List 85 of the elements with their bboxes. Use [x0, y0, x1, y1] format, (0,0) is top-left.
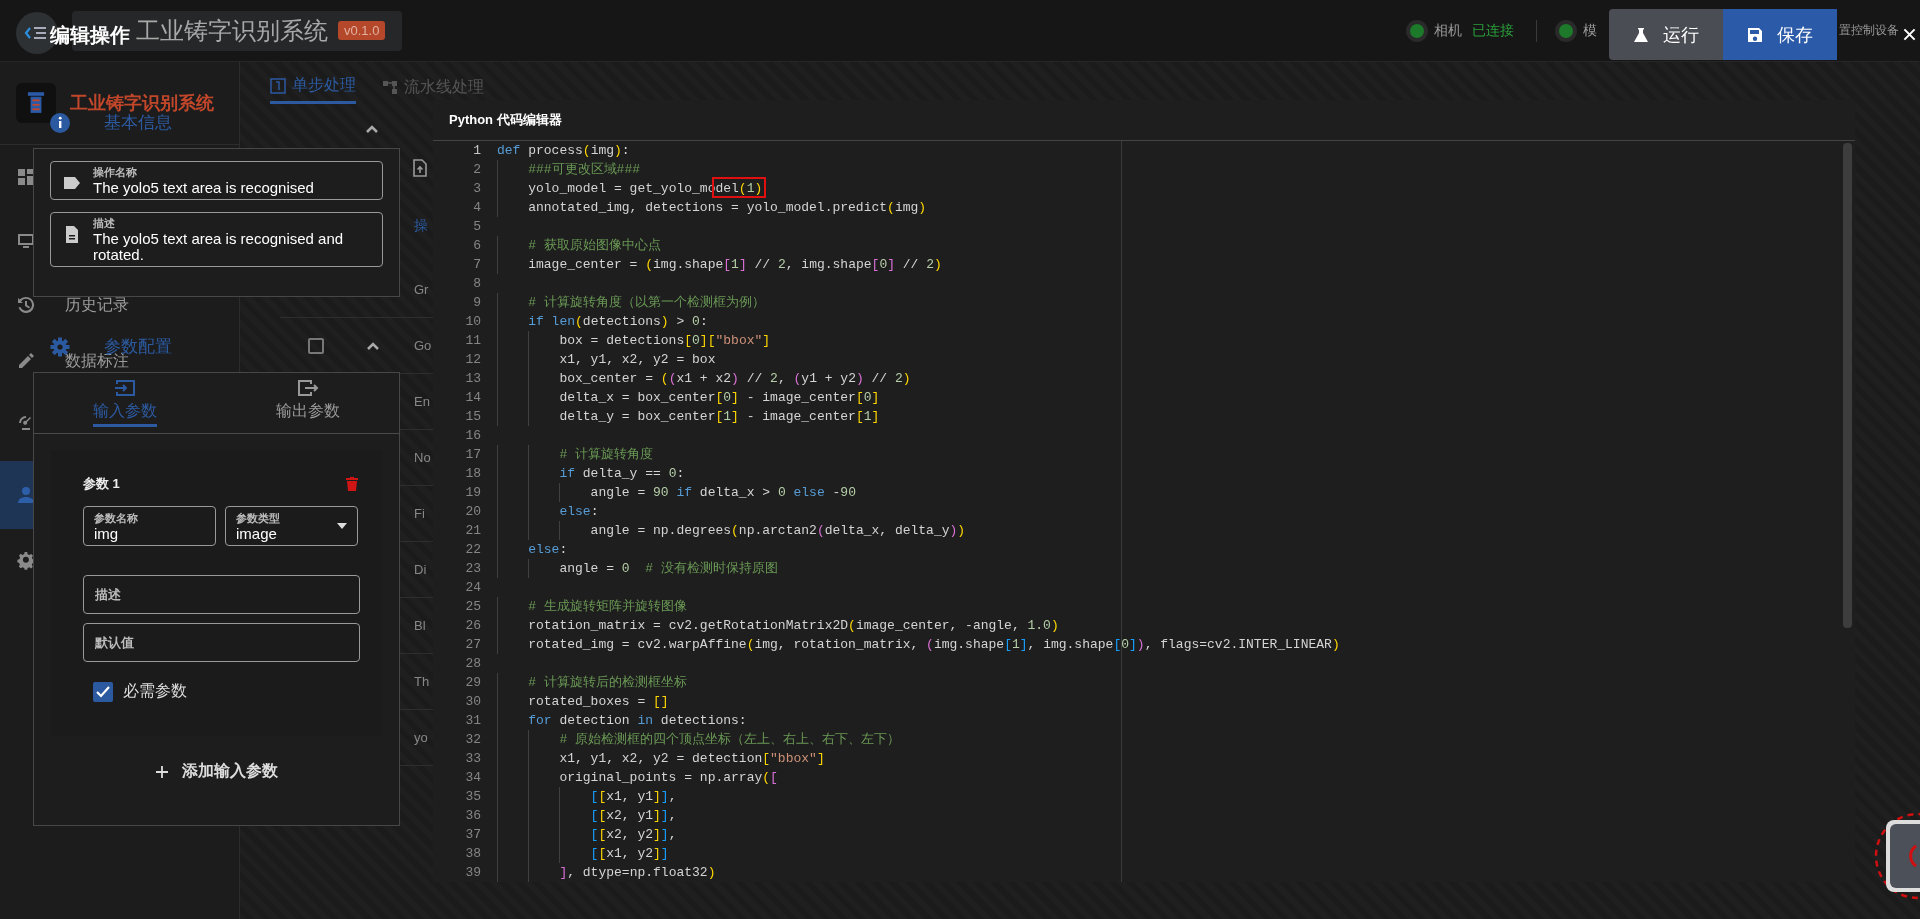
code-line: original_points = np.array([	[497, 768, 778, 787]
section-heading: 基本信息	[104, 112, 172, 134]
line-number: 36	[464, 807, 481, 825]
line-number: 11	[464, 332, 481, 350]
code-line: else:	[497, 502, 599, 521]
line-number: 29	[464, 674, 481, 692]
line-number: 21	[464, 522, 481, 540]
line-number: 4	[472, 199, 481, 217]
section-label: 操	[414, 217, 428, 235]
line-number: 30	[464, 693, 481, 711]
line-number: 31	[464, 712, 481, 730]
line-number: 24	[464, 579, 481, 597]
line-number: 3	[472, 180, 481, 198]
line-number: 32	[464, 731, 481, 749]
code-line: else:	[497, 540, 568, 559]
status-value: 已连接	[1472, 21, 1514, 40]
code-line: if len(detections) > 0:	[497, 312, 708, 331]
code-line: delta_y = box_center[1] - image_center[1]	[497, 407, 880, 426]
code-line: annotated_img, detections = yolo_model.predict(img)	[497, 198, 927, 217]
line-number: 2	[472, 161, 481, 179]
line-number: 35	[464, 788, 481, 806]
line-number: 28	[464, 655, 481, 673]
code-line: x1, y1, x2, y2 = detection["bbox"]	[497, 749, 825, 768]
code-line: # 生成旋转矩阵并旋转图像	[497, 597, 687, 616]
line-number: 23	[464, 560, 481, 578]
code-line: [[x1, y1]],	[497, 787, 677, 806]
line-number: 22	[464, 541, 481, 559]
line-number: 16	[464, 427, 481, 445]
line-number: 5	[472, 218, 481, 236]
line-number: 6	[472, 237, 481, 255]
checkbox-label: 必需参数	[123, 681, 187, 701]
code-line: for detection in detections:	[497, 711, 747, 730]
brand-name: 工业铸字识别系统	[70, 92, 214, 114]
code-line: # 计算旋转角度	[497, 445, 653, 464]
code-line: [[x2, y2]],	[497, 825, 677, 844]
line-number: 34	[464, 769, 481, 787]
line-number: 27	[464, 636, 481, 654]
code-line: [[x2, y1]],	[497, 806, 677, 825]
code-line: ], dtype=np.float32)	[497, 863, 716, 882]
line-number: 33	[464, 750, 481, 768]
code-line: rotated_img = cv2.warpAffine(img, rotation_matrix, (img.shape[1], img.shape[0]), flags=cv2.INTER_LINEAR)	[497, 635, 1340, 654]
line-number: 18	[464, 465, 481, 483]
line-number: 7	[472, 256, 481, 274]
code-line: # 计算旋转后的检测框坐标	[497, 673, 687, 692]
status-label: 相机	[1434, 21, 1462, 40]
code-line: # 原始检测框的四个顶点坐标（左上、右上、右下、左下）	[497, 730, 900, 749]
code-line: x1, y1, x2, y2 = box	[497, 350, 716, 369]
code-line: rotated_boxes = []	[497, 692, 669, 711]
status-label: 模	[1583, 21, 1597, 40]
editor-title: Python 代码编辑器	[449, 111, 562, 129]
code-line: [[x1, y2]]	[497, 844, 669, 863]
line-number: 1	[472, 142, 481, 160]
line-number: 17	[464, 446, 481, 464]
code-line: box_center = ((x1 + x2) // 2, (y1 + y2) // 2)	[497, 369, 911, 388]
line-number: 25	[464, 598, 481, 616]
line-number: 14	[464, 389, 481, 407]
version-badge: v0.1.0	[338, 21, 386, 40]
code-line: angle = np.degrees(np.arctan2(delta_x, delta_y))	[497, 521, 966, 540]
line-number: 15	[464, 408, 481, 426]
code-line: angle = 90 if delta_x > 0 else -90	[497, 483, 856, 502]
line-number: 9	[472, 294, 481, 312]
line-number: 10	[464, 313, 481, 331]
code-line: delta_x = box_center[0] - image_center[0]	[497, 388, 880, 407]
app-title: 工业铸字识别系统	[136, 15, 328, 46]
line-number: 37	[464, 826, 481, 844]
dialog-title: 编辑操作	[50, 23, 130, 48]
line-number: 19	[464, 484, 481, 502]
line-number: 38	[464, 845, 481, 863]
code-line: box = detections[0]["bbox"]	[497, 331, 771, 350]
line-number: 8	[472, 275, 481, 293]
code-line: # 获取原始图像中心点	[497, 236, 661, 255]
code-line: def process(img):	[497, 142, 630, 160]
code-line: rotation_matrix = cv2.getRotationMatrix2D(image_center, -angle, 1.0)	[497, 616, 1059, 635]
line-number: 39	[464, 864, 481, 882]
param-title: 参数 1	[83, 475, 120, 493]
code-line: if delta_y == 0:	[497, 464, 685, 483]
code-line: angle = 0 # 没有检测时保持原图	[497, 559, 778, 578]
line-number: 13	[464, 370, 481, 388]
line-number: 26	[464, 617, 481, 635]
line-number: 12	[464, 351, 481, 369]
code-line: image_center = (img.shape[1] // 2, img.shape[0] // 2)	[497, 255, 942, 274]
status-label: 置控制设备	[1839, 22, 1899, 39]
code-line: # 计算旋转角度（以第一个检测框为例）	[497, 293, 765, 312]
code-line: ###可更改区域###	[497, 160, 640, 179]
line-number: 20	[464, 503, 481, 521]
